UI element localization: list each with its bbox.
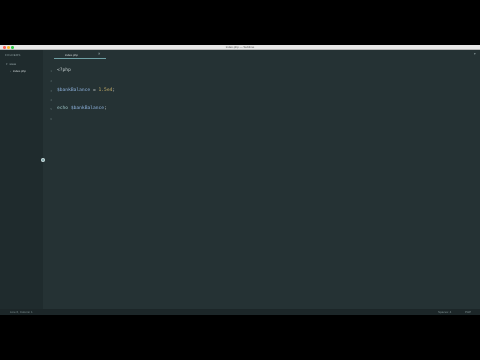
code-line[interactable]: 4 [43,98,480,107]
close-tab-icon[interactable]: × [98,52,100,56]
sidebar-item-label: www [9,62,17,66]
cursor-indicator-icon [41,158,45,162]
chevron-down-icon[interactable]: ▾ [474,52,476,56]
line-number: 3 [50,89,52,93]
file-icon: › [10,69,11,73]
line-number: 2 [50,79,52,83]
code-line[interactable]: 2 [43,79,480,88]
line-number: 6 [50,117,52,121]
sidebar-item-label: index.php [13,69,27,73]
tab-label: index.php [65,53,79,57]
status-position: Line 6, Column 1 [10,310,33,314]
line-number: 1 [50,69,52,73]
status-syntax[interactable]: PHP [465,310,471,314]
sidebar-header: FOLDERS [5,53,21,57]
line-number: 5 [50,107,52,111]
code-text: $bankBalance = 1.5e4; [57,88,116,93]
status-bar: Line 6, Column 1 Spaces: 4 PHP [0,309,480,315]
code-token: $bankBalance [57,88,91,93]
sidebar-item-www[interactable]: ▾ www [6,62,16,66]
line-number: 4 [50,98,52,102]
code-line[interactable]: 3 $bankBalance = 1.5e4; [43,88,480,98]
sidebar-item-index-php[interactable]: › index.php [10,69,26,73]
editor-window: index.php — Sublime FOLDERS ▾ www › index.… [0,45,480,315]
code-line[interactable]: 6 [43,117,480,126]
code-token: 1.5e4 [98,88,113,93]
code-line[interactable]: 1 <?php [43,68,480,78]
code-token: $bankBalance [70,106,105,111]
folder-open-icon: ▾ [6,62,8,66]
status-indentation[interactable]: Spaces: 4 [438,310,451,314]
sidebar: FOLDERS ▾ www › index.php [0,50,43,309]
tab-bar: index.php × ▾ [43,50,480,59]
code-text: <?php [57,68,71,73]
code-token: = [90,88,99,93]
code-line[interactable]: 5 echo $bankBalance; [43,106,480,116]
code-text: echo $bankBalance; [57,106,107,111]
tab-index-php[interactable]: index.php × [54,50,106,59]
code-token: ; [112,88,116,93]
code-token: <?php [57,68,71,73]
editor-pane[interactable]: index.php × ▾ 1 <?php 2 3 $bankBalance = 1.5… [41,50,480,309]
code-token: echo [57,106,69,111]
code-token: ; [104,106,107,111]
